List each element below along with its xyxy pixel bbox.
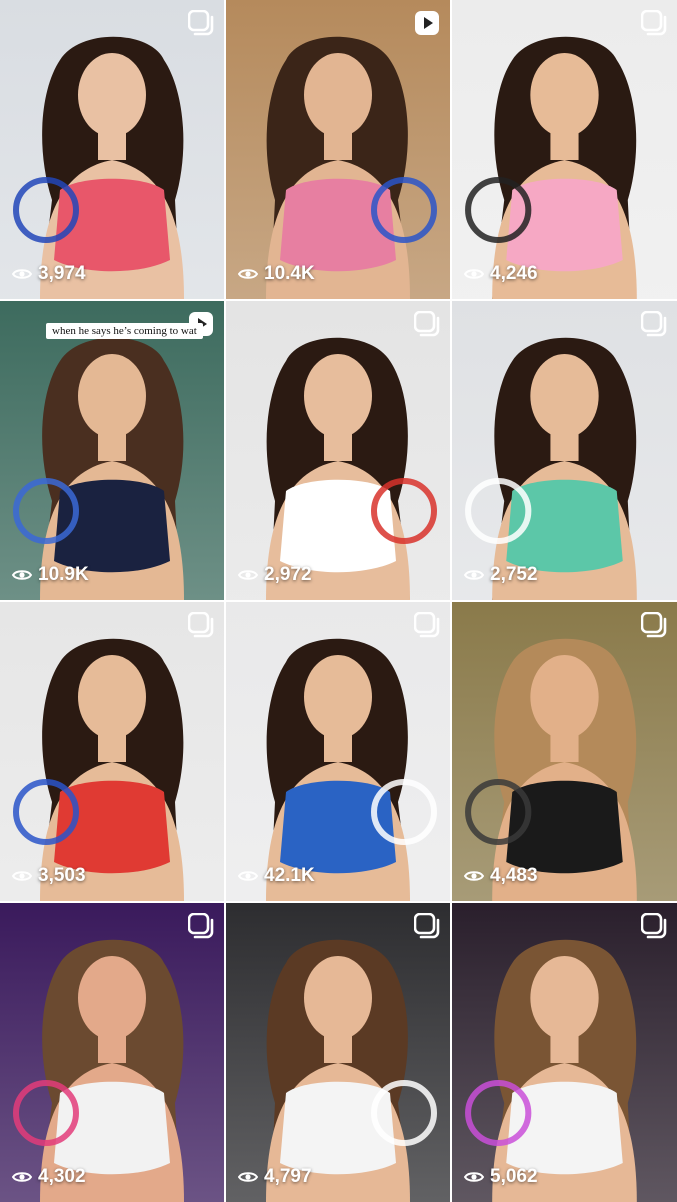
eye-icon [238, 1172, 258, 1182]
view-count-value: 5,062 [490, 1166, 538, 1187]
view-count: 3,503 [12, 865, 86, 887]
view-count-value: 42.1K [264, 865, 315, 886]
post-thumbnail [452, 903, 677, 1202]
carousel-icon [641, 10, 667, 36]
post-thumbnail [226, 602, 450, 901]
eye-icon [464, 871, 484, 881]
post-thumbnail [0, 602, 224, 901]
view-count: 5,062 [464, 1166, 538, 1188]
post-tile[interactable]: 2,972 [226, 301, 450, 600]
view-count: 42.1K [238, 865, 315, 887]
view-count-value: 2,752 [490, 564, 538, 585]
eye-icon [464, 1172, 484, 1182]
carousel-icon [414, 913, 440, 939]
reel-icon [415, 11, 439, 35]
carousel-icon [414, 612, 440, 638]
reel-caption: when he says he’s coming to wat [46, 323, 203, 339]
post-tile[interactable]: 3,503 [0, 602, 224, 901]
post-thumbnail [452, 0, 677, 299]
eye-icon [238, 269, 258, 279]
view-count: 4,302 [12, 1166, 86, 1188]
view-count-value: 2,972 [264, 564, 312, 585]
post-thumbnail [226, 903, 450, 1202]
post-thumbnail [0, 903, 224, 1202]
eye-icon [12, 1172, 32, 1182]
view-count-value: 10.4K [264, 263, 315, 284]
carousel-icon [188, 612, 214, 638]
post-thumbnail [452, 602, 677, 901]
view-count-value: 4,483 [490, 865, 538, 886]
post-tile[interactable]: 4,797 [226, 903, 450, 1202]
carousel-icon [188, 10, 214, 36]
view-count: 2,972 [238, 564, 312, 586]
post-thumbnail [452, 301, 677, 600]
view-count-value: 4,302 [38, 1166, 86, 1187]
carousel-icon [641, 612, 667, 638]
post-thumbnail [0, 301, 224, 600]
carousel-icon [188, 913, 214, 939]
view-count: 2,752 [464, 564, 538, 586]
eye-icon [12, 269, 32, 279]
view-count: 4,483 [464, 865, 538, 887]
view-count: 10.4K [238, 263, 315, 285]
view-count-value: 3,974 [38, 263, 86, 284]
carousel-icon [641, 913, 667, 939]
view-count: 3,974 [12, 263, 86, 285]
view-count: 4,797 [238, 1166, 312, 1188]
eye-icon [464, 269, 484, 279]
post-grid: 3,974 10.4K 4,246 when he says he’s comi… [0, 0, 677, 1202]
post-tile[interactable]: 5,062 [452, 903, 677, 1202]
eye-icon [238, 570, 258, 580]
view-count: 4,246 [464, 263, 538, 285]
post-thumbnail [226, 0, 450, 299]
eye-icon [464, 570, 484, 580]
post-tile[interactable]: 10.4K [226, 0, 450, 299]
post-tile[interactable]: 4,246 [452, 0, 677, 299]
view-count-value: 3,503 [38, 865, 86, 886]
carousel-icon [414, 311, 440, 337]
post-tile[interactable]: 4,302 [0, 903, 224, 1202]
view-count-value: 10.9K [38, 564, 89, 585]
view-count-value: 4,797 [264, 1166, 312, 1187]
post-tile[interactable]: 42.1K [226, 602, 450, 901]
eye-icon [12, 871, 32, 881]
view-count: 10.9K [12, 564, 89, 586]
view-count-value: 4,246 [490, 263, 538, 284]
post-tile[interactable]: 3,974 [0, 0, 224, 299]
eye-icon [238, 871, 258, 881]
post-tile[interactable]: 4,483 [452, 602, 677, 901]
eye-icon [12, 570, 32, 580]
post-thumbnail [0, 0, 224, 299]
carousel-icon [641, 311, 667, 337]
post-tile[interactable]: when he says he’s coming to wat 10.9K [0, 301, 224, 600]
post-thumbnail [226, 301, 450, 600]
post-tile[interactable]: 2,752 [452, 301, 677, 600]
